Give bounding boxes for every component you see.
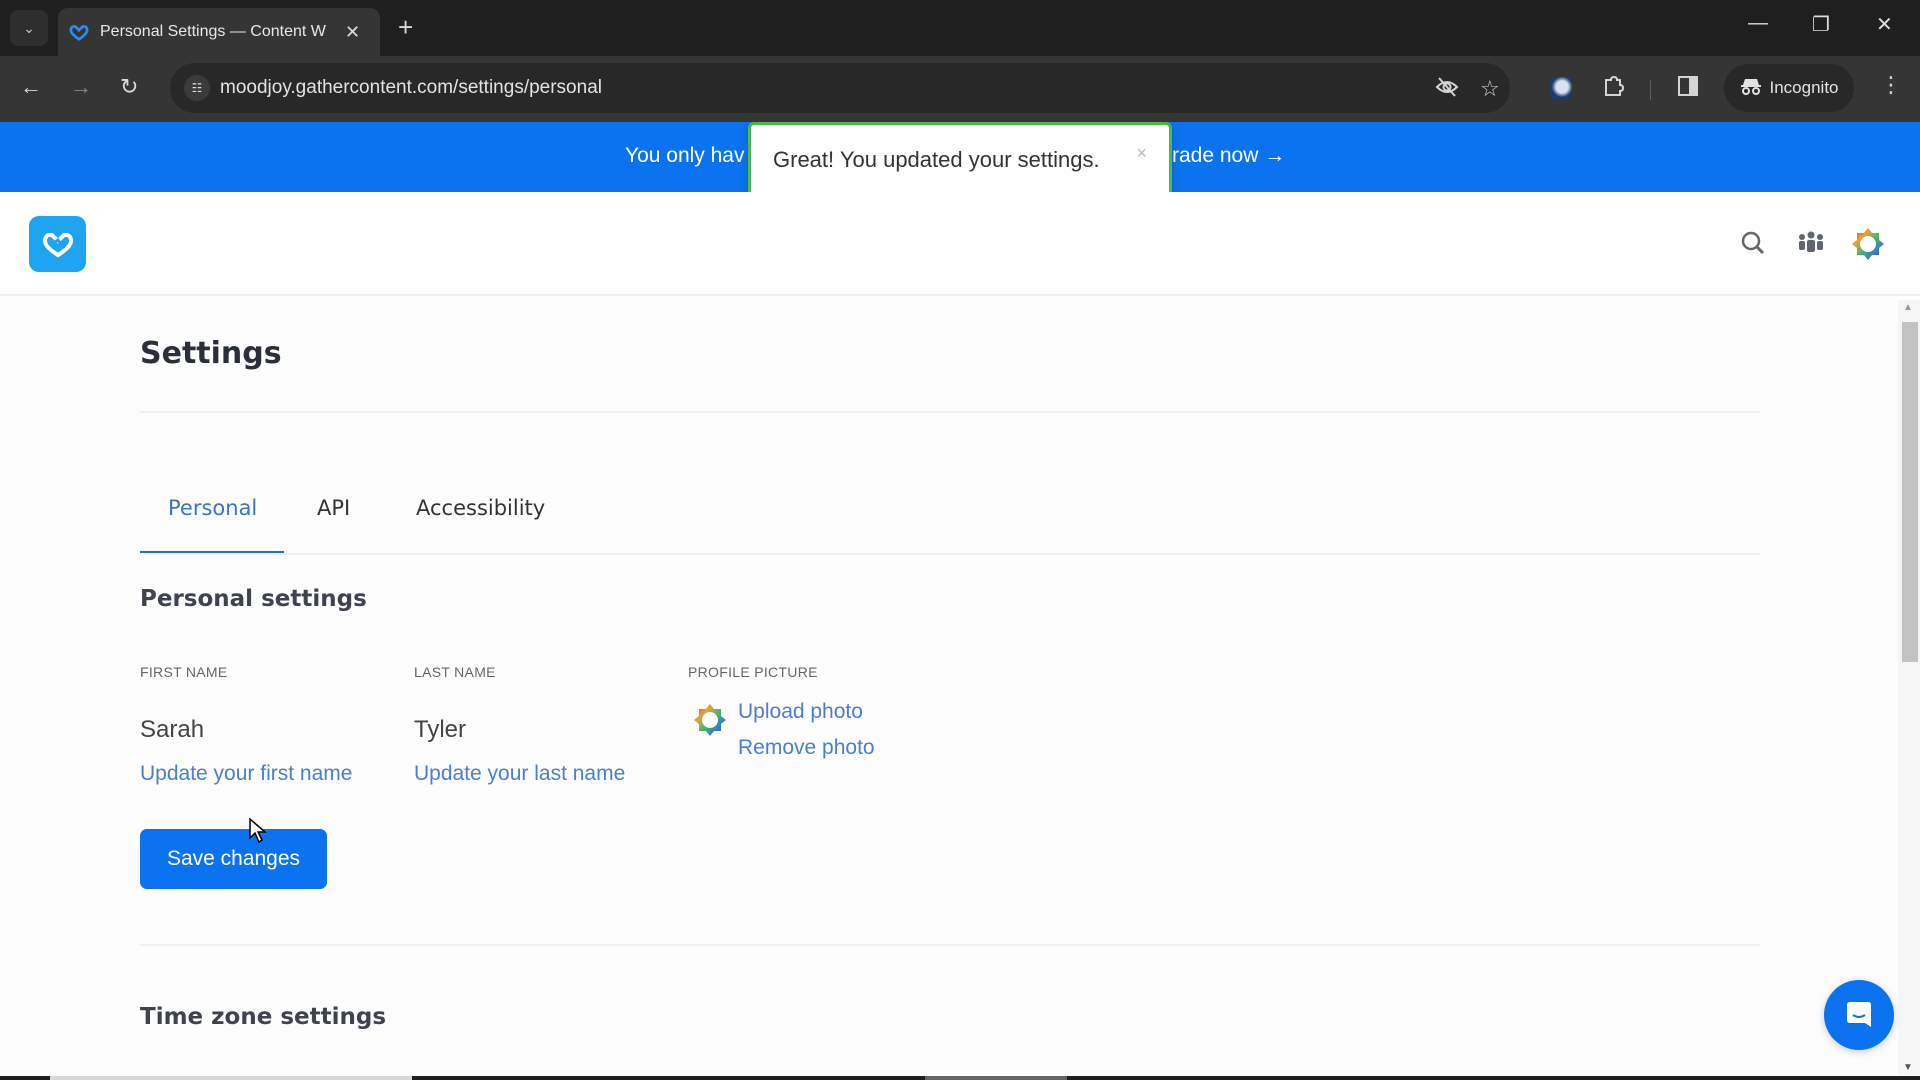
logo-heart-icon [42,232,73,258]
scroll-up-icon[interactable]: ▲ [1903,302,1913,313]
back-icon[interactable]: ← [20,74,42,100]
chat-widget-button[interactable] [1824,980,1894,1050]
browser-tab-active[interactable]: Personal Settings — Content W ✕ [58,8,380,56]
page-scrollbar[interactable]: ▲ ▼ [1898,300,1920,1075]
tab-accessibility[interactable]: Accessibility [416,496,545,520]
gathercontent-favicon-icon [69,25,89,41]
incognito-icon [1740,76,1762,101]
upgrade-now-link[interactable]: rade now → [1172,144,1285,168]
settings-tabs: Personal API Accessibility [140,496,1760,556]
remove-photo-link[interactable]: Remove photo [738,736,875,760]
incognito-indicator[interactable]: Incognito [1724,64,1854,112]
success-toast: Great! You updated your settings. × [748,122,1172,198]
chat-icon [1847,1002,1871,1027]
browser-toolbar: ← → ↻ ☷ moodjoy.gathercontent.com/settin… [0,56,1920,122]
update-first-name-link[interactable]: Update your first name [140,762,352,786]
search-icon[interactable] [1740,230,1766,261]
extension-icon[interactable] [1550,77,1572,99]
tab-title: Personal Settings — Content W [100,23,326,40]
eye-off-icon[interactable] [1435,76,1459,104]
last-name-label: LAST NAME [414,664,496,680]
gathercontent-logo[interactable] [29,216,86,272]
personal-settings-heading: Personal settings [140,586,367,612]
banner-text: You only hav [625,144,745,167]
site-info-icon[interactable]: ☷ [184,75,210,101]
profile-picture-label: PROFILE PICTURE [688,664,818,680]
incognito-label: Incognito [1769,78,1839,97]
side-panel-icon[interactable] [1678,76,1698,102]
tabs-divider [140,553,1760,555]
tab-personal[interactable]: Personal [168,496,257,520]
browser-tab-bar: ⌄ Personal Settings — Content W ✕ + — ❐ … [0,0,1920,56]
chevron-down-icon: ⌄ [23,19,35,36]
url-text[interactable]: moodjoy.gathercontent.com/settings/perso… [220,77,602,99]
tab-api[interactable]: API [317,496,350,520]
upload-photo-link[interactable]: Upload photo [738,700,863,724]
toast-close-icon[interactable]: × [1136,143,1147,164]
app-header [0,192,1920,296]
kebab-menu-icon[interactable]: ⋮ [1880,72,1902,98]
first-name-label: FIRST NAME [140,664,228,680]
time-zone-settings-heading: Time zone settings [140,1004,387,1030]
update-last-name-link[interactable]: Update your last name [414,762,625,786]
restore-icon[interactable]: ❐ [1812,12,1830,37]
page-title: Settings [140,336,282,371]
first-name-value: Sarah [140,716,205,743]
toast-message: Great! You updated your settings. [773,147,1100,172]
tab-search-button[interactable]: ⌄ [10,10,48,46]
scroll-down-icon[interactable]: ▼ [1903,1062,1913,1073]
bottom-strip [0,1076,1920,1080]
minimize-icon[interactable]: — [1748,12,1768,35]
puzzle-icon[interactable] [1602,75,1625,104]
new-tab-icon[interactable]: + [398,12,413,42]
toolbar-divider [1650,80,1651,100]
mouse-cursor-icon [249,817,268,849]
profile-picture-avatar [692,702,728,738]
section-divider [140,944,1760,946]
bookmark-star-icon[interactable]: ☆ [1480,76,1500,102]
scroll-thumb[interactable] [1902,322,1918,662]
reload-icon[interactable]: ↻ [120,74,138,100]
save-changes-button[interactable]: Save changes [140,829,327,889]
team-icon[interactable] [1797,230,1825,261]
last-name-value: Tyler [414,716,467,743]
forward-icon[interactable]: → [70,74,92,100]
close-tab-icon[interactable]: ✕ [345,22,360,43]
user-avatar-icon[interactable] [1850,226,1886,267]
divider [140,411,1760,413]
window-close-icon[interactable]: ✕ [1876,12,1893,37]
address-bar[interactable]: ☷ moodjoy.gathercontent.com/settings/per… [170,63,1510,113]
